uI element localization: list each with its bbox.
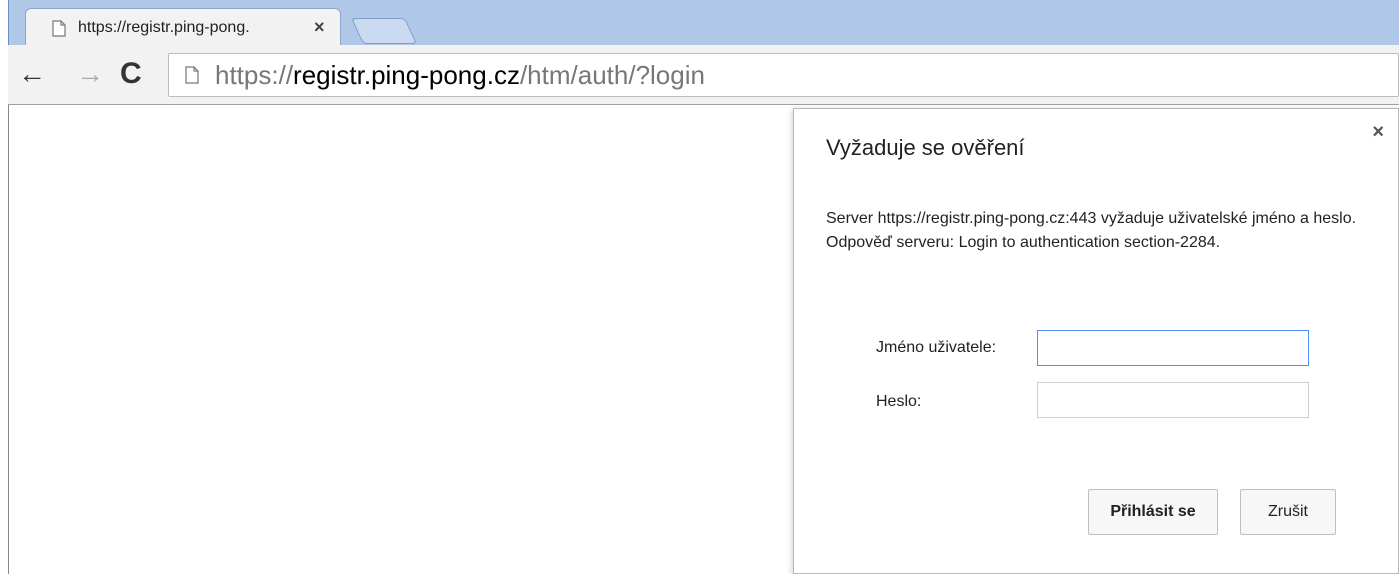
reload-icon[interactable]: C: [120, 59, 142, 89]
dialog-title: Vyžaduje se ověření: [826, 135, 1025, 160]
login-button[interactable]: Přihlásit se: [1088, 489, 1218, 535]
password-label: Heslo:: [876, 393, 922, 410]
page-icon: [52, 20, 66, 37]
close-icon[interactable]: ×: [1372, 121, 1384, 144]
back-arrow-icon[interactable]: ←: [18, 59, 46, 89]
url-text: https://registr.ping-pong.cz/htm/auth/?l…: [215, 60, 705, 91]
tab-strip: https://registr.ping-pong. ×: [8, 0, 1399, 45]
cancel-button[interactable]: Zrušit: [1240, 489, 1336, 535]
auth-dialog: × Vyžaduje se ověření Server https://reg…: [793, 108, 1399, 574]
url-path: /htm/auth/?login: [519, 60, 705, 90]
forward-arrow-icon[interactable]: →: [76, 59, 104, 89]
close-icon[interactable]: ×: [314, 17, 325, 38]
browser-tab[interactable]: https://registr.ping-pong. ×: [25, 8, 341, 45]
username-label: Jméno uživatele:: [876, 339, 997, 356]
dialog-message: Server https://registr.ping-pong.cz:443 …: [826, 210, 1357, 251]
tab-title: https://registr.ping-pong.: [78, 19, 250, 36]
url-host: registr.ping-pong.cz: [293, 60, 520, 90]
address-bar[interactable]: https://registr.ping-pong.cz/htm/auth/?l…: [168, 53, 1399, 97]
new-tab-button[interactable]: [350, 18, 418, 44]
browser-toolbar: ← → C https://registr.ping-pong.cz/htm/a…: [8, 45, 1399, 105]
page-icon: [185, 66, 199, 84]
url-scheme: https://: [215, 60, 294, 90]
page-border: [8, 105, 9, 574]
username-field[interactable]: [1037, 330, 1309, 366]
password-field[interactable]: [1037, 382, 1309, 418]
